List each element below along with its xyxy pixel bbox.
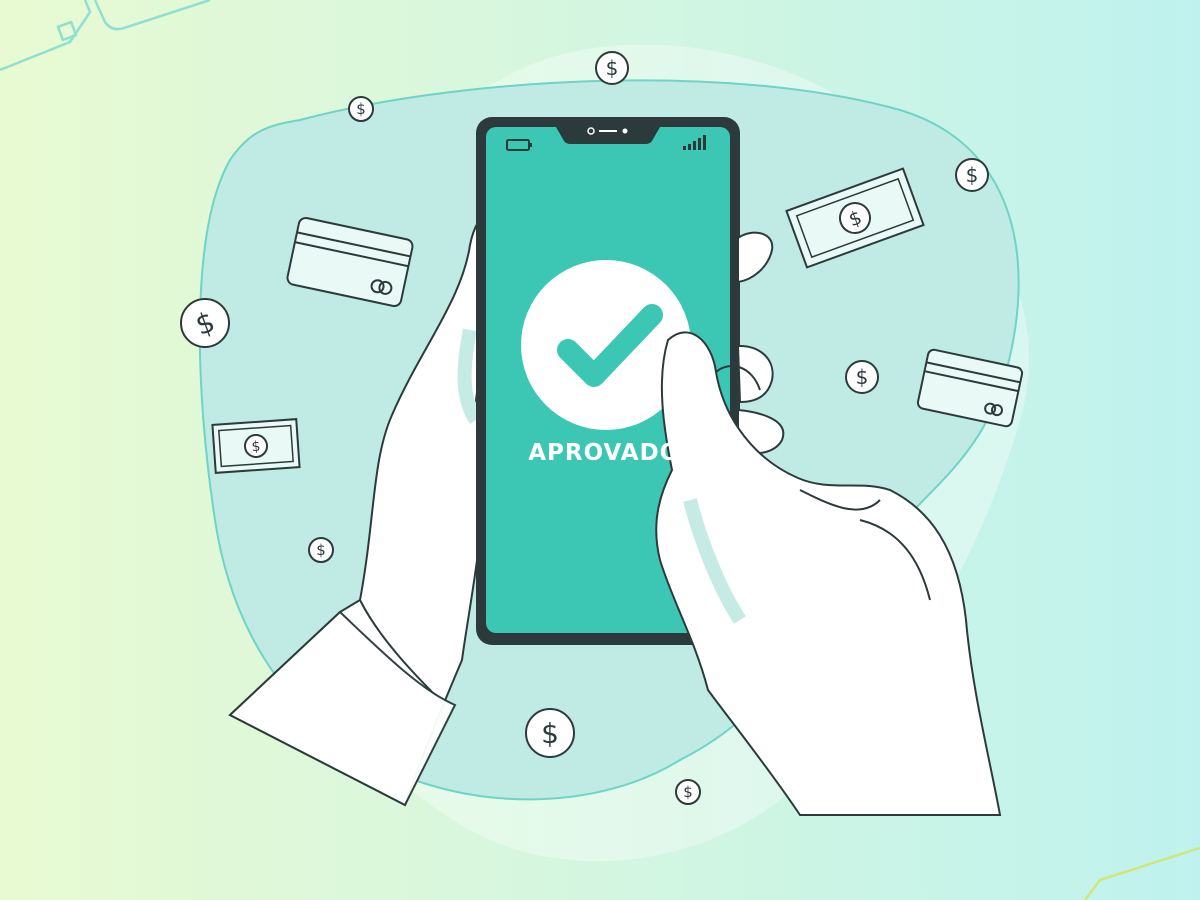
- illustration-scene: $ $ $ $ $ $ $ $ $ $: [0, 0, 1200, 900]
- svg-text:$: $: [541, 717, 559, 750]
- svg-text:$: $: [683, 783, 693, 801]
- svg-text:$: $: [356, 100, 366, 118]
- svg-text:$: $: [251, 439, 261, 456]
- dollar-coin-icon: $: [308, 537, 334, 563]
- dollar-coin-icon: $: [955, 158, 989, 192]
- svg-text:$: $: [316, 541, 326, 559]
- banknote-icon: $: [211, 418, 301, 474]
- dollar-coin-icon: $: [845, 360, 879, 394]
- dollar-coin-icon: $: [180, 298, 230, 348]
- svg-text:$: $: [856, 365, 869, 389]
- phone-notch: [556, 127, 660, 144]
- dollar-coin-icon: $: [675, 779, 701, 805]
- dollar-coin-icon: $: [348, 96, 374, 122]
- svg-text:$: $: [606, 56, 619, 80]
- dollar-coin-icon: $: [595, 51, 629, 85]
- dollar-coin-icon: $: [525, 708, 575, 758]
- svg-text:$: $: [966, 163, 979, 187]
